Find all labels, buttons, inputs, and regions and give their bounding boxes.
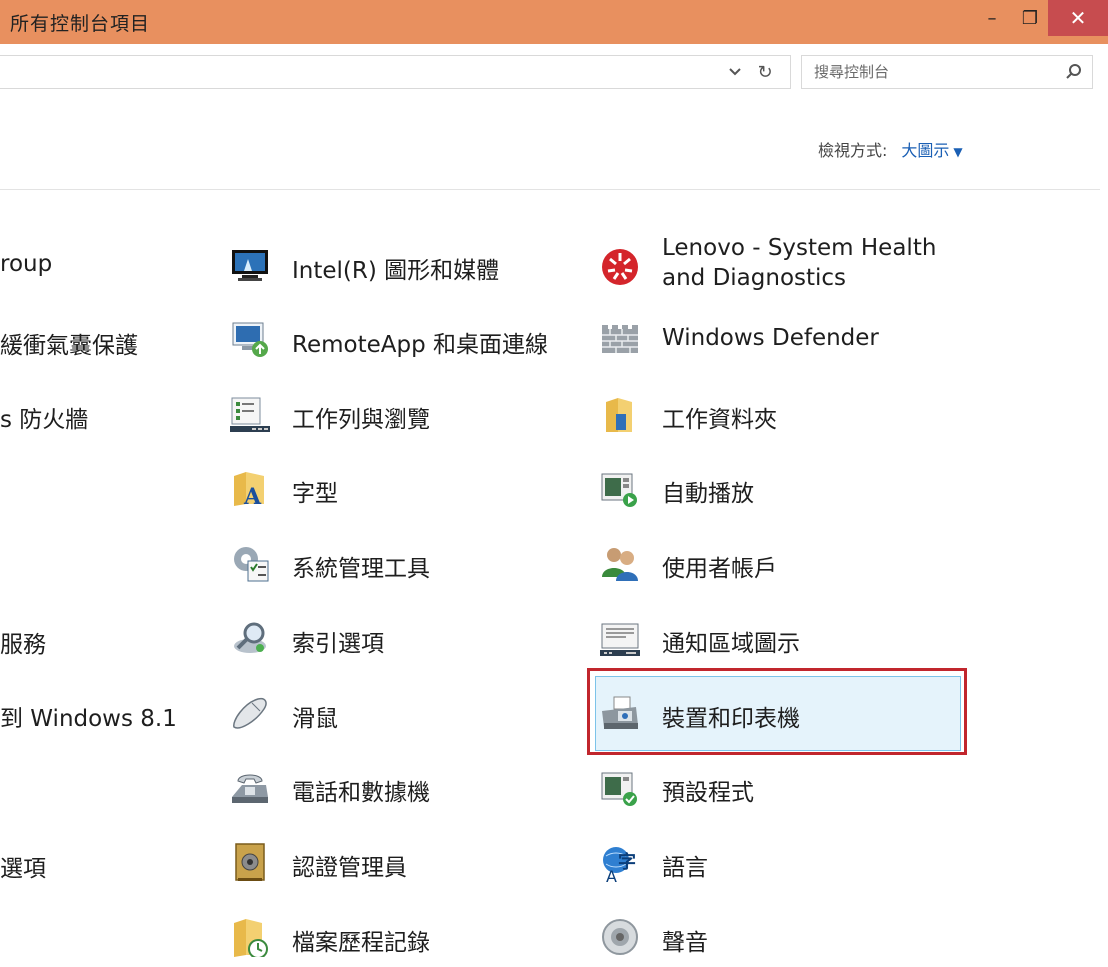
item-label: 聲音 (662, 930, 708, 956)
maximize-button[interactable]: ❐ (1012, 0, 1048, 36)
item-remoteapp[interactable]: RemoteApp 和桌面連線 (230, 307, 570, 369)
item-label: 字型 (292, 481, 338, 507)
lenovo-health-icon (600, 245, 640, 285)
indexing-icon (230, 618, 270, 658)
phone-modem-icon (230, 767, 270, 807)
language-icon: 字A (600, 842, 640, 882)
highlight-frame (587, 668, 967, 755)
item-taskbar[interactable]: 工作列與瀏覽 (230, 382, 570, 444)
item-label: 工作列與瀏覽 (292, 407, 430, 433)
caret-down-icon[interactable]: ▼ (953, 145, 962, 159)
close-button[interactable]: ✕ (1048, 0, 1108, 36)
item-admin-tools[interactable]: 系統管理工具 (230, 531, 570, 593)
item-phone-modem[interactable]: 電話和數據機 (230, 755, 570, 817)
item-lenovo-health[interactable]: Lenovo - System Health and Diagnostics (600, 233, 980, 295)
address-bar[interactable]: ↻ (0, 55, 791, 89)
restore-icon: ❐ (1021, 7, 1039, 29)
notification-icon (600, 618, 640, 658)
list-item[interactable]: 到 Windows 8.1 (0, 699, 177, 733)
file-history-icon (230, 917, 270, 957)
view-by-dropdown[interactable]: 大圖示 (901, 141, 949, 160)
taskbar-icon (230, 394, 270, 434)
item-notification-area[interactable]: 通知區域圖示 (600, 606, 980, 668)
item-label: 索引選項 (292, 631, 384, 657)
item-label: 預設程式 (662, 780, 754, 806)
item-indexing[interactable]: 索引選項 (230, 606, 570, 668)
item-label: Windows Defender (662, 325, 879, 351)
view-by-label: 檢視方式: (818, 141, 888, 160)
autoplay-icon (600, 468, 640, 508)
item-windows-defender[interactable]: Windows Defender (600, 307, 980, 369)
item-label: 自動播放 (662, 481, 754, 507)
item-file-history[interactable]: 檔案歷程記錄 (230, 905, 570, 967)
item-label: 滑鼠 (292, 706, 338, 732)
item-label: 語言 (662, 855, 708, 881)
search-input[interactable] (812, 60, 1046, 84)
minimize-button[interactable]: – (972, 0, 1012, 36)
search-icon[interactable] (1064, 62, 1084, 82)
item-label: Lenovo - System Health and Diagnostics (662, 233, 936, 293)
item-label: 通知區域圖示 (662, 631, 800, 657)
item-label: 系統管理工具 (292, 556, 430, 582)
item-label: 電話和數據機 (292, 780, 430, 806)
credential-vault-icon (230, 842, 270, 882)
remote-desktop-icon (230, 319, 270, 359)
svg-text:A: A (606, 867, 617, 882)
item-label-line-1: Lenovo - System Health (662, 235, 937, 261)
minimize-icon: – (987, 7, 997, 29)
mouse-icon (230, 693, 270, 733)
divider (0, 189, 1100, 190)
item-label: 工作資料夾 (662, 407, 777, 433)
svg-text:字: 字 (618, 851, 636, 873)
item-credential-manager[interactable]: 認證管理員 (230, 830, 570, 892)
item-user-accounts[interactable]: 使用者帳戶 (600, 531, 980, 593)
item-label: 檔案歷程記錄 (292, 930, 430, 956)
list-item[interactable]: 緩衝氣囊保護 (0, 326, 138, 360)
item-autoplay[interactable]: 自動播放 (600, 456, 980, 518)
close-icon: ✕ (1069, 6, 1087, 30)
font-folder-icon: A (230, 468, 270, 508)
item-mouse[interactable]: 滑鼠 (230, 681, 570, 743)
users-icon (600, 543, 640, 583)
item-label-line-2: and Diagnostics (662, 265, 847, 291)
speaker-icon (600, 917, 640, 957)
list-item[interactable]: roup (0, 251, 52, 277)
item-label: 認證管理員 (292, 855, 407, 881)
monitor-icon (230, 245, 270, 285)
svg-text:A: A (243, 484, 262, 508)
admin-tools-icon (230, 543, 270, 583)
wall-icon (600, 319, 640, 359)
item-default-programs[interactable]: 預設程式 (600, 755, 980, 817)
default-programs-icon (600, 767, 640, 807)
refresh-icon[interactable]: ↻ (752, 61, 778, 83)
item-work-folders[interactable]: 工作資料夾 (600, 382, 980, 444)
list-item[interactable]: 服務 (0, 625, 46, 659)
item-label: RemoteApp 和桌面連線 (292, 332, 548, 358)
title-bar: 所有控制台項目 – ❐ ✕ (0, 0, 1108, 44)
item-intel-graphics[interactable]: Intel(R) 圖形和媒體 (230, 233, 570, 295)
item-language[interactable]: 字A 語言 (600, 830, 980, 892)
list-item[interactable]: 選項 (0, 849, 46, 883)
item-fonts[interactable]: A 字型 (230, 456, 570, 518)
item-label: 使用者帳戶 (662, 556, 777, 582)
work-folders-icon (600, 394, 640, 434)
item-label: Intel(R) 圖形和媒體 (292, 258, 500, 284)
list-item[interactable]: s 防火牆 (0, 400, 88, 434)
item-sound[interactable]: 聲音 (600, 905, 980, 967)
view-by-row: 檢視方式: 大圖示 ▼ (818, 137, 963, 161)
search-box[interactable] (801, 55, 1093, 89)
window-title: 所有控制台項目 (10, 13, 151, 35)
chevron-down-icon[interactable] (722, 61, 748, 83)
